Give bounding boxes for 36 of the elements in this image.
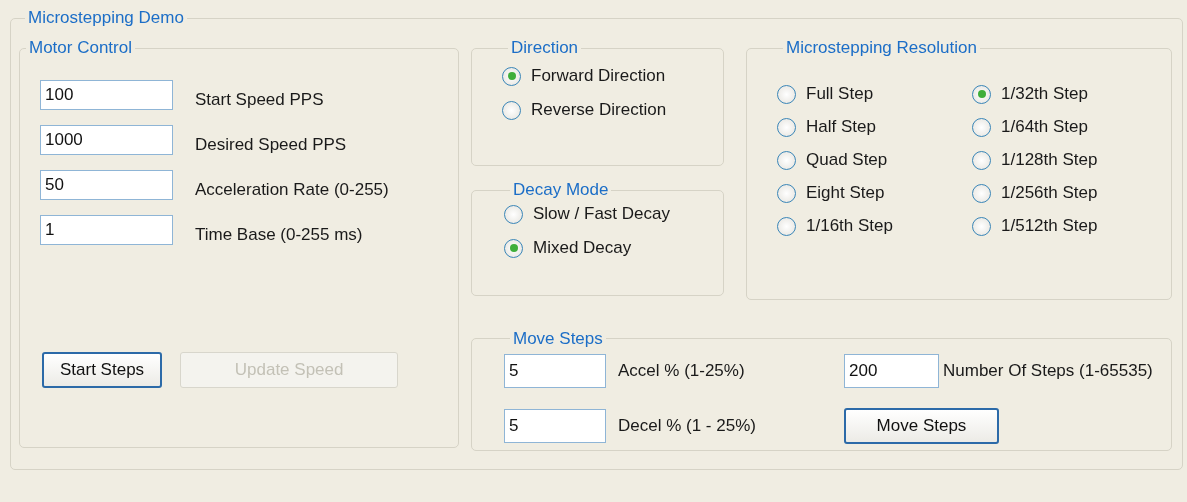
input-field[interactable]: 5 xyxy=(504,409,606,444)
radio-button[interactable]: 1/128th Step xyxy=(972,150,1098,170)
field-label: Decel % (1 - 25%) xyxy=(618,416,756,437)
input-field[interactable]: 5 xyxy=(504,353,606,388)
input-field[interactable]: 1 xyxy=(40,215,173,245)
group-title: Move Steps xyxy=(513,328,603,348)
radio-button[interactable]: Half Step xyxy=(777,117,876,137)
radio-button[interactable]: 1/16th Step xyxy=(777,216,893,236)
radio-button[interactable]: 1/32th Step xyxy=(972,84,1088,104)
field-label: Acceleration Rate (0-255) xyxy=(195,179,390,200)
radio-button[interactable]: Slow / Fast Decay xyxy=(504,204,670,224)
radio-button[interactable]: 1/64th Step xyxy=(972,117,1088,137)
button[interactable]: Move Steps xyxy=(844,408,999,445)
field-label: Number Of Steps (1-65535) xyxy=(943,360,1153,381)
field-label: Accel % (1-25%) xyxy=(618,360,745,381)
radio-button[interactable]: Forward Direction xyxy=(502,66,666,86)
input-field[interactable]: 200 xyxy=(844,353,939,388)
input-field[interactable]: 1000 xyxy=(40,125,173,155)
field-label: Start Speed PPS xyxy=(195,89,325,110)
radio-button[interactable]: Quad Step xyxy=(777,150,888,170)
group-title: Motor Control xyxy=(29,38,132,57)
radio-button[interactable]: 1/256th Step xyxy=(972,183,1098,203)
group-title: Direction xyxy=(511,38,579,57)
radio-button[interactable]: Full Step xyxy=(777,84,874,104)
button[interactable]: Start Steps xyxy=(42,352,163,388)
input-field[interactable]: 100 xyxy=(40,80,173,110)
radio-button[interactable]: Mixed Decay xyxy=(504,238,632,258)
field-label: Time Base (0-255 ms) xyxy=(195,224,364,245)
input-field[interactable]: 50 xyxy=(40,170,173,200)
group-title: Decay Mode xyxy=(513,180,609,199)
field-label: Desired Speed PPS xyxy=(195,134,348,155)
radio-button[interactable]: Eight Step xyxy=(777,183,885,203)
group-title: Microstepping Resolution xyxy=(786,38,977,57)
radio-button[interactable]: Reverse Direction xyxy=(502,100,667,120)
group-title: Microstepping Demo xyxy=(28,8,184,27)
radio-button[interactable]: 1/512th Step xyxy=(972,216,1098,236)
